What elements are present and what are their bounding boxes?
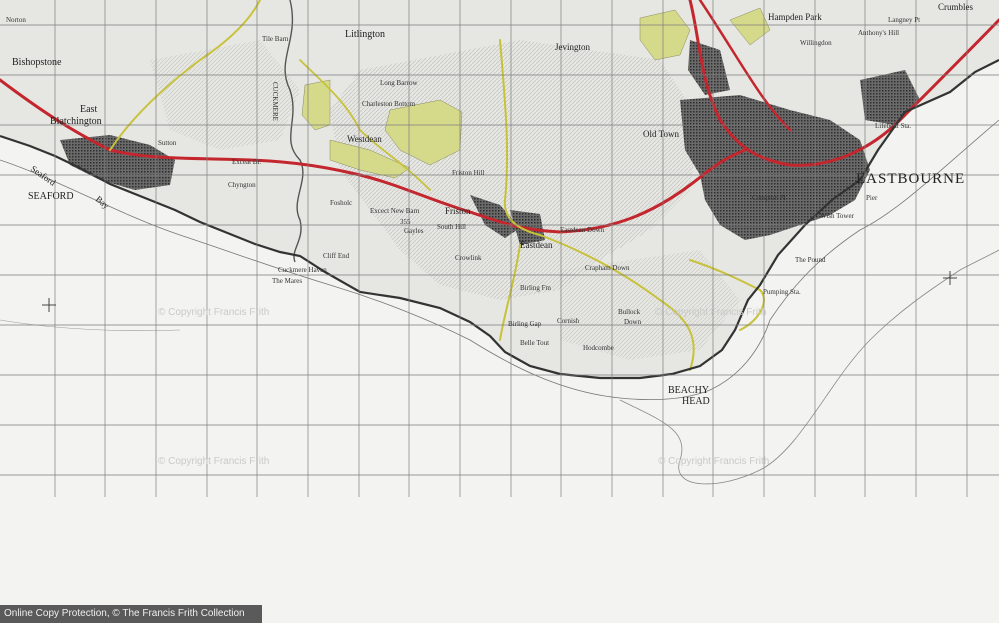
label-excect-new-barn: Excect New Barn [370,207,420,215]
label-charleston-bottom: Charleston Bottom [362,100,416,108]
label-jevington: Jevington [555,42,590,52]
label-exceat-br: Exceat Br. [232,158,261,166]
label-down: Down [624,318,642,326]
label-old-town: Old Town [643,129,679,139]
label-crumbles: Crumbles [938,2,973,12]
label-eastdean-down: Eastdean Down [560,226,605,234]
label-sutton: Sutton [158,139,177,147]
label-pier: Pier [866,194,878,202]
label-crapham-down: Crapham Down [585,264,630,272]
label-bullock: Bullock [618,308,641,316]
label-eastdean: Eastdean [520,240,553,250]
watermark-2: © Copyright Francis Frith [158,456,269,467]
watermark-3: © Copyright Francis Frith [658,456,769,467]
label-seaford: SEAFORD [28,191,74,202]
label-the-mares: The Mares [272,277,302,285]
label-fosholc: Fosholc [330,199,352,207]
label-hampden-park: Hampden Park [768,12,822,22]
label-bishopstone: Bishopstone [12,57,62,68]
label-langney-pt: Langney Pt [888,16,920,24]
label-head: HEAD [682,396,710,407]
label-pumping-sta: Pumping Sta. [763,288,801,296]
label-belle-tout: Belle Tout [520,339,549,347]
label-birling-fm: Birling Fm [520,284,551,292]
os-map[interactable]: © Copyright Francis Frith © Copyright Fr… [0,0,999,623]
label-compton-pl: Compton Pl [752,194,786,202]
label-south-hill: South Hill [437,223,466,231]
label-blatchington: Blatchington [50,116,102,127]
label-hodcombe: Hodcombe [583,344,614,352]
label-anthonys-hill: Anthony's Hill [858,29,899,37]
label-chyngton: Chyngton [228,181,256,189]
label-cuckmere-river: CUCKMERE [271,82,279,121]
label-friston: Friston [445,206,471,216]
label-eastbourne: EASTBOURNE [856,171,965,187]
watermark-4: © Copyright Francis Frith [655,307,766,318]
label-beachy: BEACHY [668,385,709,396]
label-cornish: Cornish [557,317,580,325]
label-cliff-end: Cliff End [323,252,350,260]
label-friston-hill: Friston Hill [452,169,485,177]
label-norton: Norton [6,16,26,24]
copyright-footer: Online Copy Protection, © The Francis Fr… [0,605,262,623]
label-tile-barn: Tile Barn [262,35,289,43]
label-cuckmere-haven: Cuckmere Haven [278,266,327,274]
label-willingdon: Willingdon [800,39,832,47]
label-spot-height: 355 [400,218,411,226]
label-east: East [80,104,97,115]
label-crowlink: Crowlink [455,254,482,262]
label-long-barrow: Long Barrow [380,79,418,87]
label-birling-gap: Birling Gap [508,320,542,328]
label-wish-tower: Wish Tower [820,212,855,220]
label-the-pound: The Pound [795,256,826,264]
label-westdean: Westdean [347,134,382,144]
label-gayles: Gayles [404,227,424,235]
label-lifeboat-sta: Lifeboat Sta. [875,122,911,130]
label-litlington: Litlington [345,29,385,40]
watermark-1: © Copyright Francis Frith [158,307,269,318]
